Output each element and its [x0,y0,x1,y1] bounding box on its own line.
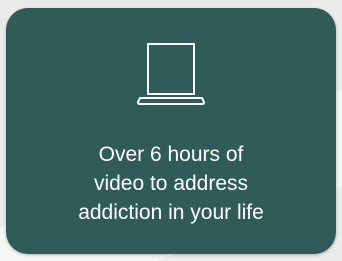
caption-line-2: video to address [93,172,249,195]
caption-line-3: addiction in your life [78,201,264,224]
caption-line-1: Over 6 hours of [98,143,244,166]
laptop-icon [137,43,205,105]
feature-caption: Over 6 hours of video to address addicti… [21,140,321,227]
feature-card: Over 6 hours of video to address addicti… [6,8,336,254]
